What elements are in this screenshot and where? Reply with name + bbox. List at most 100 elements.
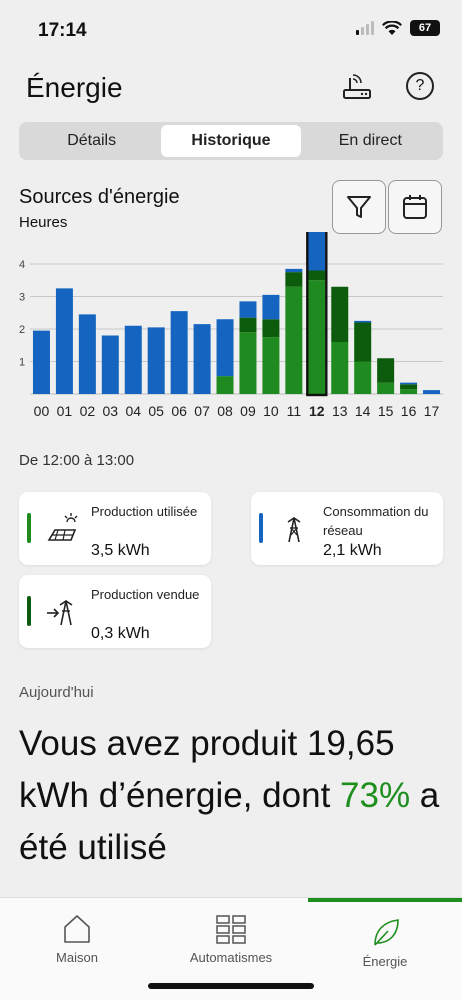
bar-segment-12-s1[interactable] <box>308 270 326 281</box>
x-tick-label-05[interactable]: 05 <box>148 403 164 419</box>
nav-energie-label: Énergie <box>362 954 408 969</box>
x-tick-label-03[interactable]: 03 <box>103 403 119 419</box>
bar-segment-17-s2[interactable] <box>423 390 441 394</box>
nav-automatismes-label: Automatismes <box>189 950 273 965</box>
grid-consumption-value: 2,1 kWh <box>323 542 382 559</box>
grid-consumption-label: Consommation du réseau <box>323 504 429 538</box>
header: Énergie ? <box>26 66 436 110</box>
nav-maison-label: Maison <box>56 950 98 965</box>
bar-segment-16-s2[interactable] <box>400 382 418 385</box>
export-to-grid-icon <box>47 600 73 626</box>
bar-segment-14-s1[interactable] <box>354 322 372 362</box>
production-sold-value: 0,3 kWh <box>91 625 150 642</box>
x-tick-label-06[interactable]: 06 <box>171 403 187 419</box>
x-tick-label-15[interactable]: 15 <box>378 403 394 419</box>
production-used-value: 3,5 kWh <box>91 542 150 559</box>
tab-details[interactable]: Détails <box>22 125 161 157</box>
bar-segment-09-s1[interactable] <box>239 317 257 333</box>
x-tick-label-07[interactable]: 07 <box>194 403 210 419</box>
bar-segment-10-s1[interactable] <box>262 319 280 338</box>
help-button[interactable]: ? <box>406 72 434 100</box>
x-tick-label-00[interactable]: 00 <box>34 403 50 419</box>
x-tick-label-08[interactable]: 08 <box>217 403 233 419</box>
router-icon <box>343 74 371 99</box>
signal-icon <box>356 21 374 35</box>
solar-panel-icon <box>47 513 78 541</box>
x-tick-label-13[interactable]: 13 <box>332 403 348 419</box>
bar-segment-03-s2[interactable] <box>101 335 119 395</box>
status-icons: 67 <box>356 20 440 36</box>
sold-color-bar <box>27 596 31 626</box>
x-tick-label-11[interactable]: 11 <box>287 403 302 419</box>
power-pylon-icon <box>287 517 301 543</box>
bar-segment-15-s0[interactable] <box>377 382 395 394</box>
summary-text-before: Vous avez produit 19,65 kWh d’énergie, d… <box>19 724 395 815</box>
chart-title: Sources d'énergie <box>19 186 180 208</box>
bar-segment-08-s0[interactable] <box>216 376 234 394</box>
y-tick-label: 4 <box>19 259 25 271</box>
bar-segment-13-s1[interactable] <box>331 286 349 342</box>
chart-subtitle: Heures <box>19 214 68 231</box>
bar-segment-10-s0[interactable] <box>262 337 280 394</box>
nav-maison[interactable]: Maison <box>0 898 154 978</box>
production-color-bar <box>27 513 31 543</box>
leaf-icon <box>374 919 399 946</box>
wifi-icon <box>382 20 402 35</box>
production-sold-card[interactable]: Production vendue 0,3 kWh <box>19 575 211 648</box>
production-used-label: Production utilisée <box>91 504 198 519</box>
y-tick-label: 1 <box>19 357 25 369</box>
bar-segment-13-s0[interactable] <box>331 342 349 394</box>
x-tick-label-17[interactable]: 17 <box>424 403 440 419</box>
nav-energie[interactable]: Énergie <box>308 898 462 978</box>
consumption-color-bar <box>259 513 263 543</box>
bar-segment-16-s1[interactable] <box>400 384 418 390</box>
tab-historique[interactable]: Historique <box>161 125 301 157</box>
today-label: Aujourd'hui <box>19 684 94 701</box>
bar-segment-02-s2[interactable] <box>78 314 96 394</box>
x-tick-label-09[interactable]: 09 <box>240 403 256 419</box>
x-tick-label-12[interactable]: 12 <box>309 403 325 419</box>
router-button[interactable] <box>340 70 374 104</box>
bar-segment-10-s2[interactable] <box>262 294 280 320</box>
x-tick-label-04[interactable]: 04 <box>125 403 141 419</box>
bar-segment-14-s0[interactable] <box>354 361 372 395</box>
status-bar: 17:14 67 <box>0 0 462 56</box>
bar-segment-04-s2[interactable] <box>124 325 142 394</box>
bar-segment-09-s0[interactable] <box>239 332 257 394</box>
bar-segment-11-s0[interactable] <box>285 286 303 394</box>
page-title: Énergie <box>26 72 123 103</box>
bar-segment-14-s2[interactable] <box>354 320 372 323</box>
calendar-button[interactable] <box>388 180 442 234</box>
x-tick-label-14[interactable]: 14 <box>355 403 371 419</box>
production-used-card[interactable]: Production utilisée 3,5 kWh <box>19 492 211 565</box>
bar-segment-07-s2[interactable] <box>193 324 211 394</box>
bar-segment-08-s2[interactable] <box>216 319 234 377</box>
summary-percent: 73% <box>340 776 411 815</box>
bar-segment-00-s2[interactable] <box>32 330 50 394</box>
tab-en-direct[interactable]: En direct <box>301 125 440 157</box>
x-tick-label-02[interactable]: 02 <box>80 403 96 419</box>
x-tick-label-10[interactable]: 10 <box>263 403 279 419</box>
nav-automatismes[interactable]: Automatismes <box>154 898 308 978</box>
bar-segment-09-s2[interactable] <box>239 301 257 318</box>
time-range-label: De 12:00 à 13:00 <box>19 452 135 469</box>
grid-consumption-card[interactable]: Consommation du réseau 2,1 kWh <box>251 492 443 565</box>
bar-segment-16-s0[interactable] <box>400 389 418 394</box>
bar-segment-12-s0[interactable] <box>308 280 326 394</box>
bar-segment-11-s2[interactable] <box>285 268 303 273</box>
battery-icon: 67 <box>410 20 440 36</box>
x-tick-label-01[interactable]: 01 <box>57 403 73 419</box>
bar-segment-11-s1[interactable] <box>285 272 303 287</box>
bar-segment-01-s2[interactable] <box>55 288 73 394</box>
x-tick-label-16[interactable]: 16 <box>401 403 417 419</box>
y-tick-label: 2 <box>19 324 25 336</box>
energy-sources-chart[interactable]: 1234 00 01 02 03 04 05 06 07 08 09 10 11 12 13 14 15 16 1… <box>0 232 462 432</box>
bar-segment-06-s2[interactable] <box>170 311 188 394</box>
calendar-icon <box>403 195 427 219</box>
bar-segment-12-s2[interactable] <box>308 232 326 271</box>
filter-button[interactable] <box>332 180 386 234</box>
filter-icon <box>347 196 371 218</box>
bar-segment-15-s1[interactable] <box>377 358 395 383</box>
grid-icon <box>216 915 246 944</box>
bar-segment-05-s2[interactable] <box>147 327 165 394</box>
